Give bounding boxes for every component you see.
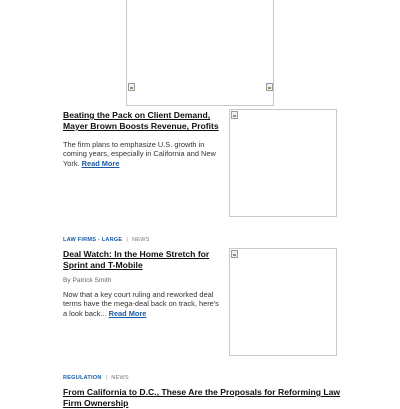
broken-image-icon (231, 111, 238, 119)
meta-separator: | (126, 237, 128, 243)
category-link[interactable]: REGULATION (63, 375, 102, 381)
article-title[interactable]: Beating the Pack on Client Demand, Mayer… (63, 110, 223, 132)
article-type: NEWS (132, 237, 150, 243)
article-card: Beating the Pack on Client Demand, Mayer… (63, 110, 223, 168)
article-thumbnail[interactable] (229, 248, 337, 356)
article-card: REGULATION | NEWS From California to D.C.,… (63, 375, 343, 409)
article-card: LAW FIRMS - LARGE | NEWS Deal Watch: In th… (63, 237, 223, 318)
article-title[interactable]: From California to D.C., These Are the P… (63, 387, 343, 409)
meta-separator: | (105, 375, 108, 381)
category-link[interactable]: LAW FIRMS - LARGE (63, 237, 122, 243)
top-banner-image (126, 0, 274, 106)
article-summary: Now that a key court ruling and reworked… (63, 290, 223, 318)
article-meta: REGULATION | NEWS (63, 375, 343, 382)
broken-image-icon (231, 250, 238, 258)
broken-image-icon (266, 83, 273, 91)
article-byline: By Patrick Smith (63, 277, 112, 284)
article-title[interactable]: Deal Watch: In the Home Stretch for Spri… (63, 249, 223, 271)
article-type: NEWS (111, 375, 129, 381)
article-thumbnail[interactable] (229, 109, 337, 217)
read-more-link[interactable]: Read More (109, 309, 147, 318)
broken-image-icon (128, 83, 135, 91)
article-meta: LAW FIRMS - LARGE | NEWS (63, 237, 223, 244)
article-summary: The firm plans to emphasize U.S. growth … (63, 140, 223, 168)
read-more-link[interactable]: Read More (82, 159, 120, 168)
